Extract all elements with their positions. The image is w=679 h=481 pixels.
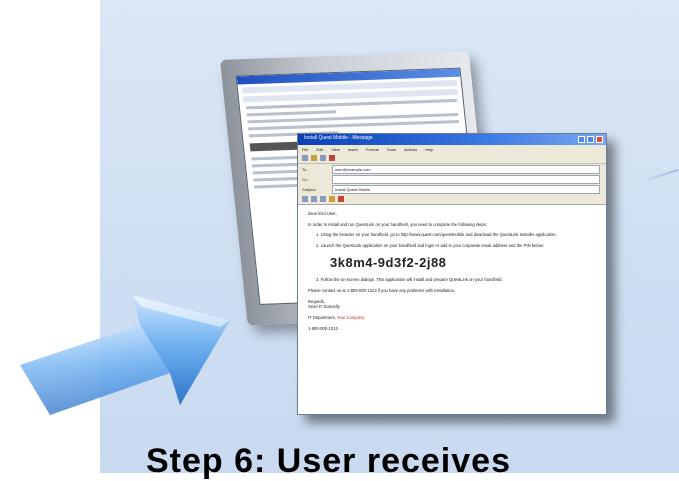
menu-tools[interactable]: Tools: [387, 147, 396, 152]
activation-code: 3k8m4-9d3f2-2j88: [330, 254, 447, 270]
signature-dept: IT Department, Your Company: [308, 314, 365, 320]
font-icon[interactable]: [302, 196, 308, 202]
step-2: 2. Launch the QuestLink application on y…: [316, 243, 544, 249]
minimize-icon[interactable]: [578, 136, 585, 143]
toolbar: [298, 153, 606, 164]
menu-edit[interactable]: Edit: [316, 147, 323, 152]
menu-format[interactable]: Format: [366, 147, 379, 152]
signature-phone: 1-800-000-1313: [308, 325, 338, 331]
italic-icon[interactable]: [320, 196, 326, 202]
highlight-icon[interactable]: [329, 196, 335, 202]
email-window: Install Quest Mobile - Message File Edit…: [297, 133, 607, 415]
menu-file[interactable]: File: [302, 147, 308, 152]
regards: Regards, Sean P. Donnelly: [308, 298, 340, 310]
email-body[interactable]: Dear End User, In order to install and r…: [298, 205, 606, 342]
subject-label: Subject:: [302, 186, 317, 192]
menu-view[interactable]: View: [331, 147, 340, 152]
step-3: 3. Follow the on-screen dialogs. This ap…: [316, 277, 503, 283]
flag-icon[interactable]: [329, 155, 335, 161]
menu-bar: File Edit View Insert Format Tools Actio…: [298, 145, 606, 153]
save-icon[interactable]: [320, 155, 326, 161]
subject-row: Subject: Install Quest Mobile: [298, 184, 606, 194]
font-color-icon[interactable]: [338, 196, 344, 202]
bold-icon[interactable]: [311, 196, 317, 202]
cc-row: Cc...: [298, 174, 606, 184]
slide-caption: Step 6: User receives: [146, 442, 511, 480]
cc-field[interactable]: [332, 174, 600, 184]
menu-actions[interactable]: Actions: [404, 147, 417, 152]
to-field[interactable]: user@example.com: [332, 164, 600, 174]
subject-field[interactable]: Install Quest Mobile: [332, 184, 600, 194]
greeting: Dear End User,: [308, 211, 337, 216]
arrow-icon: [20, 295, 230, 415]
send-icon[interactable]: [302, 155, 308, 161]
menu-insert[interactable]: Insert: [348, 147, 358, 152]
attach-icon[interactable]: [311, 155, 317, 161]
email-title: Install Quest Mobile - Message: [304, 135, 373, 141]
step-1: 1. Using the browser on your handheld, g…: [316, 232, 557, 238]
to-label[interactable]: To...: [302, 167, 328, 172]
email-titlebar: Install Quest Mobile - Message: [298, 134, 606, 145]
cc-label[interactable]: Cc...: [302, 177, 328, 182]
close-icon[interactable]: [596, 136, 603, 143]
maximize-icon[interactable]: [587, 136, 594, 143]
format-toolbar: [298, 194, 606, 205]
to-row: To... user@example.com: [298, 164, 606, 174]
menu-help[interactable]: Help: [425, 147, 433, 152]
intro-text: In order to install and run QuestLink on…: [308, 221, 488, 227]
contact-text: Please contact us at 1-800-000-1313 if y…: [308, 287, 456, 293]
